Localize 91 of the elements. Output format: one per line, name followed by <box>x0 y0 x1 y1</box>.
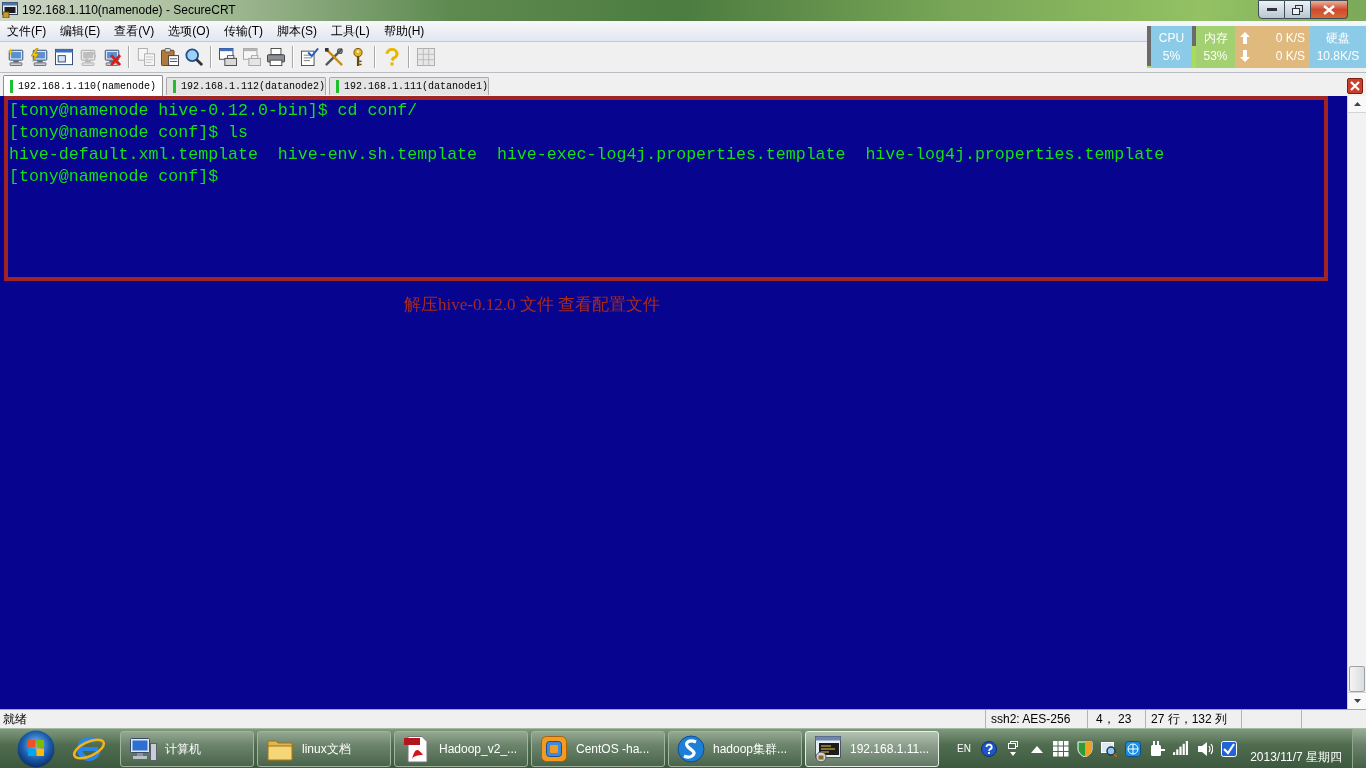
close-button[interactable] <box>1311 0 1348 19</box>
menu-item[interactable]: 脚本(S) <box>277 23 317 39</box>
cpu-label: CPU <box>1158 31 1185 45</box>
toolbar-button[interactable] <box>264 45 288 69</box>
globe-icon[interactable] <box>1124 740 1141 757</box>
terminal-lock-icon <box>2 2 18 18</box>
check-square-icon[interactable] <box>1220 740 1237 757</box>
caret-up-icon <box>1353 102 1361 106</box>
language-indicator[interactable]: EN <box>957 742 971 755</box>
plug-icon[interactable] <box>1148 740 1165 757</box>
scrollbar-thumb[interactable] <box>1349 666 1365 692</box>
grid-icon[interactable] <box>1052 740 1069 757</box>
restore-icon <box>1292 4 1303 15</box>
clipboard-icon <box>161 48 179 66</box>
toolbar-button[interactable] <box>298 45 322 69</box>
toolbar-button[interactable] <box>182 45 206 69</box>
session-tab[interactable]: 192.168.1.111(datanode1) <box>329 77 489 95</box>
annotation-caption: 解压hive-0.12.0 文件 查看配置文件 <box>404 295 660 315</box>
copy-icon <box>137 48 155 66</box>
taskbar-button[interactable]: CentOS -ha... <box>531 730 665 767</box>
status-marker-icon <box>336 80 339 93</box>
menu-item[interactable]: 传输(T) <box>223 23 263 39</box>
window-icon <box>55 48 73 66</box>
menu-item[interactable]: 编辑(E) <box>60 23 101 39</box>
scroll-down-button[interactable] <box>1348 692 1366 709</box>
terminal-line: [tony@namenode hive-0.12.0-bin]$ cd conf/ <box>9 100 418 122</box>
download-speed: 0 K/S <box>1275 49 1305 63</box>
taskbar-button[interactable]: Hadoop_v2_... <box>394 730 528 767</box>
search-icon <box>185 48 203 66</box>
document-icon <box>403 734 431 763</box>
minimize-icon <box>1266 8 1277 11</box>
upload-speed: 0 K/S <box>1275 31 1305 45</box>
close-icon <box>1350 81 1360 91</box>
terminal-line: hive-default.xml.template hive-env.sh.template hive-exec-log4j.properties.template hive-log4j.properties.template <box>9 144 1165 166</box>
help-icon <box>383 48 401 66</box>
taskbar-button[interactable]: linux文档 <box>257 730 391 767</box>
taskbar-button[interactable]: 计算机 <box>120 730 254 767</box>
window-printer-icon <box>219 48 237 66</box>
scroll-up-button[interactable] <box>1348 96 1366 113</box>
cursor-position: 4， 23 <box>1096 711 1132 728</box>
swirl-circle-icon <box>677 734 705 763</box>
toolbar-button[interactable] <box>216 45 240 69</box>
menu-item[interactable]: 帮助(H) <box>383 23 425 39</box>
monitor-x-icon <box>103 48 121 66</box>
show-desktop-button[interactable] <box>1352 729 1366 768</box>
speaker-icon[interactable] <box>1196 740 1213 757</box>
connection-info: ssh2: AES-256 <box>991 711 1071 728</box>
down-arrow-icon <box>1240 50 1250 62</box>
status-message: 就绪 <box>3 712 27 726</box>
session-tab[interactable]: 192.168.1.112(datanode2) <box>166 77 326 95</box>
window-title: 192.168.1.110(namenode) - SecureCRT <box>22 3 236 18</box>
nested-squares-icon <box>540 734 568 763</box>
taskbar-button[interactable]: hadoop集群... <box>668 730 802 767</box>
window-printer-icon <box>243 48 261 66</box>
shield-icon[interactable] <box>1076 740 1093 757</box>
menu-item[interactable]: 工具(L) <box>331 23 370 39</box>
monitor-arrows-icon <box>79 48 97 66</box>
terminal-window-icon <box>814 734 842 763</box>
help-icon[interactable] <box>980 740 997 757</box>
tools-icon <box>325 48 343 66</box>
status-marker-icon <box>173 80 176 93</box>
magnifier-icon[interactable] <box>1100 740 1117 757</box>
grid-window-icon <box>417 48 435 66</box>
toolbar-button[interactable] <box>158 45 182 69</box>
menu-item[interactable]: 选项(O) <box>168 23 210 39</box>
disk-label: 硬盘 <box>1326 31 1350 45</box>
windows-orb-icon[interactable] <box>17 729 55 768</box>
terminal-line: [tony@namenode conf]$ ls <box>9 122 248 144</box>
menu-item[interactable]: 文件(F) <box>7 23 47 39</box>
cpu-value: 5% <box>1162 49 1181 63</box>
printer-icon <box>267 48 285 66</box>
minimize-button[interactable] <box>1258 0 1285 19</box>
memory-label: 内存 <box>1203 31 1228 45</box>
session-tab[interactable]: 192.168.1.110(namenode) <box>3 75 163 96</box>
monitor-sparkle-icon <box>7 48 25 66</box>
terminal-line: [tony@namenode conf]$ <box>9 166 219 188</box>
close-icon <box>1323 4 1335 15</box>
terminal-size: 27 行，132 列 <box>1151 711 1228 728</box>
up-arrow-icon <box>1240 32 1250 44</box>
restore-button[interactable] <box>1285 0 1311 19</box>
menu-item[interactable]: 查看(V) <box>114 23 155 39</box>
toolbar-button[interactable] <box>322 45 346 69</box>
signal-bars-icon[interactable] <box>1172 740 1189 757</box>
caret-down-icon <box>1353 699 1361 703</box>
form-check-icon <box>301 48 319 66</box>
memory-value: 53% <box>1203 49 1228 63</box>
disk-value: 10.8K/S <box>1316 49 1360 63</box>
tray-date: 2013/11/7 星期四 <box>1250 750 1342 765</box>
close-tab-button[interactable] <box>1347 78 1363 94</box>
monitor-lightning-icon <box>31 48 49 66</box>
status-marker-icon <box>10 79 13 93</box>
